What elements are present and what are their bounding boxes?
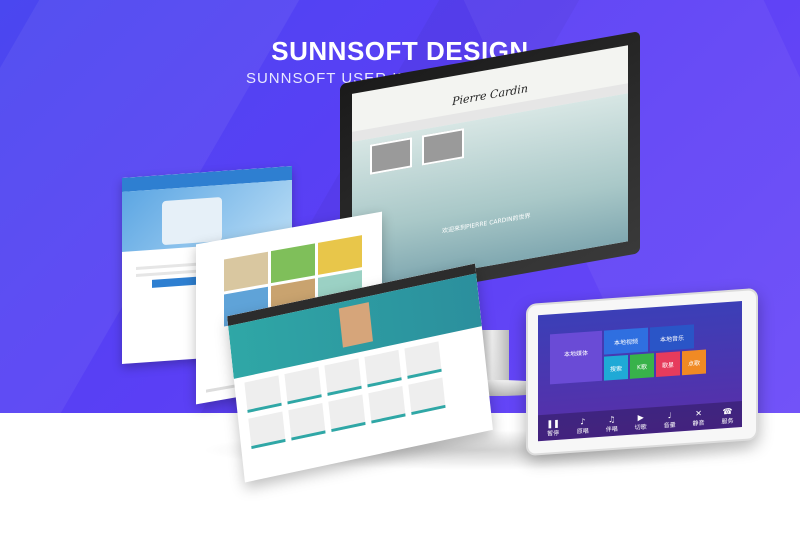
accompaniment-icon: ♫ — [608, 414, 616, 425]
hero-title: SUNNSOFT DESIGN — [271, 36, 529, 66]
tablet-tile-label: 点歌 — [687, 359, 700, 368]
tablet-tile-label: 本地媒体 — [563, 349, 588, 359]
volume-icon: ♩ — [667, 410, 672, 421]
tablet-tile: 本地媒体 — [550, 330, 602, 385]
tablet-tile-label: K歌 — [637, 363, 647, 372]
tablet-device: 本地媒体 本地视频 本地音乐 搜索 K歌 歌星 点歌 ❚❚ 暂停 ♪ 原唱 ♫ … — [526, 287, 758, 457]
product-card — [248, 411, 286, 450]
next-song-button[interactable]: ▶ 切歌 — [635, 413, 647, 432]
next-icon: ▶ — [637, 412, 644, 423]
tablet-tile: K歌 — [630, 353, 654, 379]
tablet-control-bar: ❚❚ 暂停 ♪ 原唱 ♫ 伴唱 ▶ 切歌 ♩ 音量 ✕ 静音 ☎ 服务 — [538, 401, 742, 442]
product-card — [328, 394, 366, 433]
original-vocal-button[interactable]: ♪ 原唱 — [577, 417, 589, 436]
accompaniment-button[interactable]: ♫ 伴唱 — [606, 415, 618, 434]
tablet-tile-label: 本地音乐 — [659, 335, 684, 344]
vocal-icon: ♪ — [580, 416, 586, 427]
service-icon: ☎ — [722, 406, 733, 417]
monitor-screen: Pierre Cardin 欢迎来到PIERRE CARDIN的世界 — [352, 45, 628, 290]
tablet-title — [538, 301, 742, 321]
toy-site-sidebar — [202, 260, 220, 263]
shop-hero-character — [338, 302, 373, 348]
mute-button[interactable]: ✕ 静音 — [693, 409, 705, 428]
toy-thumbnail — [271, 243, 315, 284]
product-card — [368, 386, 406, 424]
toy-thumbnail — [318, 235, 362, 275]
hero-banner: SUNNSOFT DESIGN SUNNSOFT USER INTERFACE … — [0, 0, 800, 534]
monitor-thumbnail — [422, 128, 464, 166]
tablet-tile-label: 搜索 — [609, 365, 622, 374]
tablet-tile: 点歌 — [682, 349, 706, 376]
tablet-tile: 本地视频 — [604, 327, 648, 355]
monitor-caption: 欢迎来到PIERRE CARDIN的世界 — [442, 212, 531, 236]
pause-icon: ❚❚ — [546, 418, 560, 429]
pause-button[interactable]: ❚❚ 暂停 — [546, 419, 559, 438]
tablet-tile-label: 本地视频 — [613, 338, 638, 347]
toy-thumbnail — [224, 251, 268, 292]
tablet-tile: 搜索 — [604, 354, 628, 381]
service-button[interactable]: ☎ 服务 — [721, 407, 733, 426]
product-card — [408, 377, 446, 416]
mute-icon: ✕ — [695, 408, 702, 419]
monitor-thumbnail — [370, 137, 412, 175]
product-card — [288, 403, 326, 441]
tablet-tile: 本地音乐 — [650, 324, 694, 352]
volume-button[interactable]: ♩ 音量 — [664, 411, 676, 430]
tablet-tile-label: 歌星 — [661, 361, 674, 370]
tablet-screen: 本地媒体 本地视频 本地音乐 搜索 K歌 歌星 点歌 ❚❚ 暂停 ♪ 原唱 ♫ … — [538, 301, 742, 442]
tablet-tile: 歌星 — [656, 351, 680, 378]
